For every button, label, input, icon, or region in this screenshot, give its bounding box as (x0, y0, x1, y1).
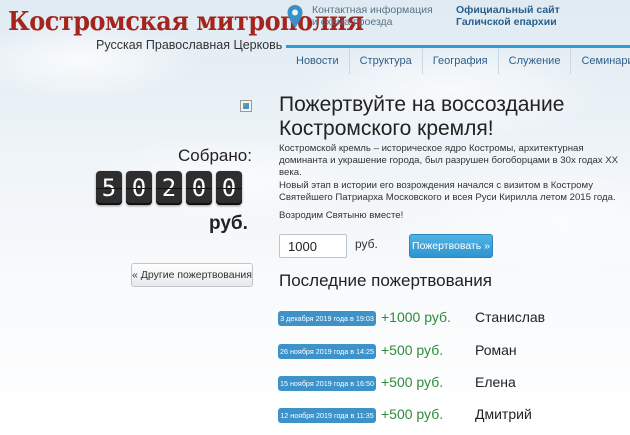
amount-currency: руб. (355, 237, 378, 251)
counter-digit: 0 (126, 171, 152, 205)
counter-digit: 0 (216, 171, 242, 205)
recent-donations-title: Последние пожертвования (279, 271, 492, 290)
site-logo-subtitle: Русская Православная Церковь (96, 38, 283, 52)
donation-date-badge: 3 декабря 2019 года в 19:03 (278, 310, 376, 326)
other-donations-button[interactable]: « Другие пожертвования (131, 263, 253, 287)
raised-label: Собрано: (178, 146, 252, 165)
description-paragraph: Костромской кремль – историческое ядро К… (279, 143, 619, 179)
donate-button[interactable]: Пожертвовать » (409, 234, 493, 258)
description: Костромской кремль – историческое ядро К… (279, 143, 619, 204)
donation-date-badge: 15 ноября 2019 года в 16:50 (278, 375, 376, 391)
contact-line-2: и схема проезда (312, 16, 393, 28)
donation-row: 3 декабря 2019 года в 19:03 +1000 руб. С… (278, 308, 545, 328)
nav-item-seminary[interactable]: Семинария (571, 48, 630, 74)
donor-name: Станислав (475, 309, 546, 325)
official-line-1: Официальный сайт (456, 4, 560, 16)
amount-input[interactable] (279, 234, 347, 258)
raised-counter: 5 0 2 0 0 (96, 171, 242, 205)
donation-amount: +500 руб. (381, 406, 444, 422)
main-nav: Новости Структура География Служение Сем… (286, 45, 630, 74)
official-site-link[interactable]: Официальный сайт Галичской епархии (456, 4, 560, 28)
broken-image-icon (240, 100, 252, 112)
donor-name: Дмитрий (475, 406, 532, 422)
contact-info-link[interactable]: Контактная информация и схема проезда (286, 4, 433, 30)
appeal-text: Возродим Святыню вместе! (279, 210, 404, 221)
donation-amount: +500 руб. (381, 374, 444, 390)
donation-date-badge: 12 ноября 2019 года в 11:35 (278, 407, 376, 423)
map-pin-icon (287, 5, 303, 28)
donor-name: Роман (475, 342, 517, 358)
site-logo-title[interactable]: Костромская митрополия (8, 4, 364, 40)
donation-row: 26 ноября 2019 года в 14:25 +500 руб. Ро… (278, 341, 517, 361)
contact-line-1: Контактная информация (312, 4, 433, 16)
description-paragraph: Новый этап в истории его возрождения нач… (279, 179, 616, 203)
raised-currency: руб. (209, 213, 248, 234)
donation-amount: +500 руб. (381, 342, 444, 358)
nav-item-ministry[interactable]: Служение (499, 48, 572, 74)
nav-item-geography[interactable]: География (423, 48, 499, 74)
counter-digit: 5 (96, 171, 122, 205)
donation-row: 15 ноября 2019 года в 16:50 +500 руб. Ел… (278, 373, 516, 393)
headline-line-1: Пожертвуйте на воссоздание (279, 93, 565, 116)
counter-digit: 2 (156, 171, 182, 205)
donation-row: 12 ноября 2019 года в 11:35 +500 руб. Дм… (278, 405, 532, 425)
donor-name: Елена (475, 374, 516, 390)
donation-date-badge: 26 ноября 2019 года в 14:25 (278, 343, 376, 359)
nav-item-news[interactable]: Новости (286, 48, 350, 74)
counter-digit: 0 (186, 171, 212, 205)
official-line-2: Галичской епархии (456, 16, 557, 28)
nav-item-structure[interactable]: Структура (350, 48, 423, 74)
donation-amount: +1000 руб. (381, 309, 451, 325)
page-title: Пожертвуйте на воссоздание Костромского … (279, 93, 624, 141)
headline-line-2: Костромского кремля! (279, 117, 494, 140)
